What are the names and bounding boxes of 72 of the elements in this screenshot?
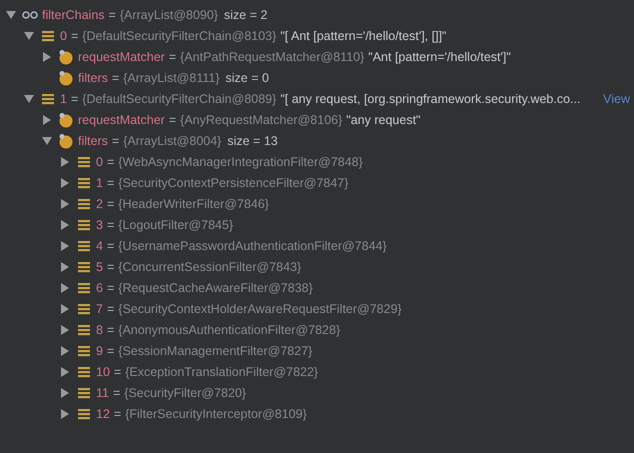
- variable-name: 7: [96, 302, 103, 316]
- value-text: "[ Ant [pattern='/hello/test'], []]": [280, 28, 446, 42]
- equals-sign: =: [106, 154, 114, 168]
- object-type: {SecurityContextPersistenceFilter@7847}: [118, 176, 348, 190]
- object-type: {AntPathRequestMatcher@8110}: [180, 50, 364, 64]
- variable-name: 12: [96, 406, 110, 420]
- equals-sign: =: [114, 406, 122, 420]
- object-type: {SecurityContextHolderAwareRequestFilter@7829}: [118, 302, 402, 316]
- equals-sign: =: [70, 28, 78, 42]
- object-type: {ConcurrentSessionFilter@7843}: [118, 260, 302, 274]
- equals-sign: =: [168, 50, 176, 64]
- size-text: size = 2: [224, 8, 268, 22]
- field-icon: [58, 132, 74, 148]
- variable-name: filters: [78, 70, 108, 84]
- object-type: {FilterSecurityInterceptor@8109}: [125, 406, 307, 420]
- variable-name: 3: [96, 218, 103, 232]
- variable-name: 9: [96, 344, 103, 358]
- object-type: {HeaderWriterFilter@7846}: [118, 196, 269, 210]
- variable-name: requestMatcher: [78, 112, 165, 126]
- equals-sign: =: [112, 134, 120, 148]
- variable-name: filterChains: [42, 8, 105, 22]
- variable-name: 0: [60, 28, 67, 42]
- variable-name: 1: [60, 92, 67, 106]
- equals-sign: =: [106, 302, 114, 316]
- equals-sign: =: [106, 322, 114, 336]
- variable-name: 10: [96, 364, 110, 378]
- variable-name: 11: [96, 386, 109, 400]
- equals-sign: =: [106, 344, 114, 358]
- variable-name: 0: [96, 154, 103, 168]
- variable-name: 2: [96, 196, 103, 210]
- object-type: {SessionManagementFilter@7827}: [118, 344, 312, 358]
- equals-sign: =: [106, 196, 114, 210]
- equals-sign: =: [106, 176, 114, 190]
- variable-name: 6: [96, 280, 103, 294]
- equals-sign: =: [106, 260, 114, 274]
- object-type: {LogoutFilter@7845}: [118, 218, 234, 232]
- equals-sign: =: [70, 92, 78, 106]
- object-type: {ArrayList@8111}: [123, 70, 220, 84]
- object-type: {ArrayList@8090}: [120, 8, 218, 22]
- equals-sign: =: [114, 364, 122, 378]
- field-icon: [58, 70, 74, 86]
- size-text: size = 0: [226, 70, 269, 84]
- equals-sign: =: [168, 112, 176, 126]
- variable-name: 8: [96, 322, 103, 336]
- object-type: {AnyRequestMatcher@8106}: [180, 112, 342, 126]
- field-icon: [58, 48, 74, 64]
- object-type: {AnonymousAuthenticationFilter@7828}: [118, 322, 340, 336]
- object-type: {ArrayList@8004}: [123, 134, 222, 148]
- object-type: {RequestCacheAwareFilter@7838}: [118, 280, 313, 294]
- size-text: size = 13: [227, 134, 278, 148]
- value-text: "[ any request, [org.springframework.security.web.co...: [280, 92, 580, 106]
- view-link[interactable]: View: [603, 92, 630, 106]
- object-type: {ExceptionTranslationFilter@7822}: [125, 364, 318, 378]
- equals-sign: =: [112, 70, 120, 84]
- equals-sign: =: [106, 238, 114, 252]
- equals-sign: =: [106, 218, 114, 232]
- object-type: {UsernamePasswordAuthenticationFilter@7844}: [118, 238, 387, 252]
- variable-name: filters: [78, 134, 108, 148]
- variable-name: 4: [96, 238, 103, 252]
- object-type: {DefaultSecurityFilterChain@8089}: [82, 92, 276, 106]
- object-type: {SecurityFilter@7820}: [124, 386, 246, 400]
- variable-name: 1: [96, 176, 103, 190]
- equals-sign: =: [112, 386, 120, 400]
- equals-sign: =: [108, 8, 116, 22]
- field-icon: [58, 112, 74, 128]
- object-type: {WebAsyncManagerIntegrationFilter@7848}: [118, 154, 363, 168]
- value-text: "any request": [346, 112, 420, 126]
- object-type: {DefaultSecurityFilterChain@8103}: [82, 28, 276, 42]
- variable-name: requestMatcher: [78, 50, 165, 64]
- variable-name: 5: [96, 260, 103, 274]
- value-text: "Ant [pattern='/hello/test']": [368, 50, 511, 64]
- equals-sign: =: [106, 280, 114, 294]
